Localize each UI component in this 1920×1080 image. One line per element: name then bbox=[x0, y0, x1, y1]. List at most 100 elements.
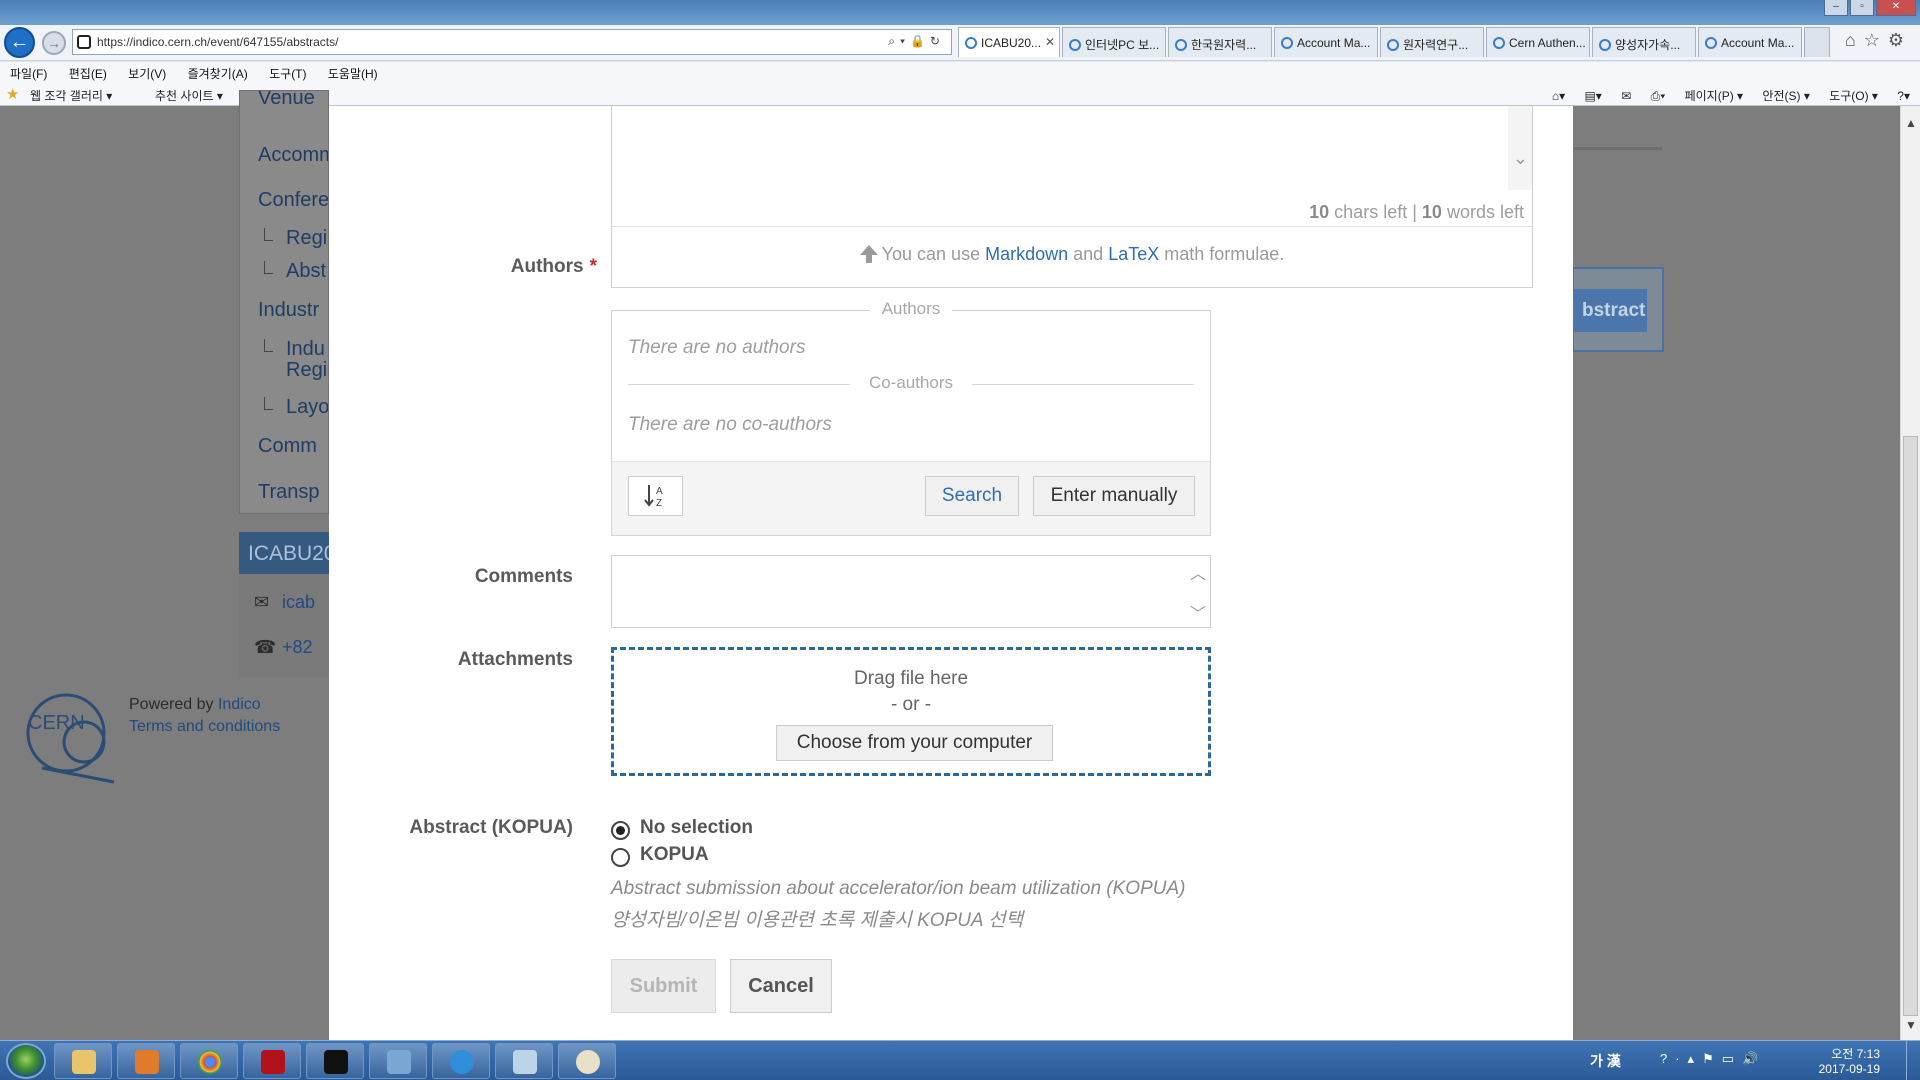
menu-help[interactable]: 도움말(H) bbox=[328, 65, 378, 82]
sidebar-subitem-industry-registration[interactable]: Indu Regi bbox=[264, 339, 327, 381]
contact-phone[interactable]: ☎ +82 bbox=[254, 637, 313, 658]
sidebar-item-conference[interactable]: Confere bbox=[258, 189, 328, 212]
contact-email-text[interactable]: icab bbox=[282, 592, 315, 612]
clock-time[interactable]: 오전 7:13 bbox=[1831, 1045, 1880, 1062]
markdown-link[interactable]: Markdown bbox=[985, 244, 1068, 264]
tab-1[interactable]: 인터넷PC 보... bbox=[1062, 27, 1166, 57]
help-icon[interactable]: ?▾ bbox=[1897, 89, 1910, 103]
chrome-icon bbox=[198, 1050, 222, 1074]
menu-view[interactable]: 보기(V) bbox=[128, 65, 166, 82]
mail-icon[interactable]: ✉ bbox=[1621, 89, 1631, 103]
contact-email[interactable]: ✉ icab bbox=[254, 592, 315, 613]
show-desktop-button[interactable] bbox=[1906, 1041, 1920, 1080]
command-page[interactable]: 페이지(P) ▾ bbox=[1685, 89, 1743, 103]
radio-label[interactable]: KOPUA bbox=[640, 844, 709, 866]
sidebar-item-venue[interactable]: Venue bbox=[258, 91, 315, 110]
scroll-thumb[interactable] bbox=[1903, 436, 1918, 1016]
enter-manually-button[interactable]: Enter manually bbox=[1033, 476, 1195, 516]
tab-0[interactable]: ICABU20... ✕ bbox=[958, 27, 1060, 57]
contact-header: ICABU20 bbox=[239, 532, 329, 574]
authors-field: Authors There are no authors Co-authors … bbox=[611, 299, 1211, 536]
tab-favicon-icon bbox=[965, 37, 977, 49]
tray-icons[interactable]: ?·▴⚑▭🔊 bbox=[1660, 1051, 1766, 1067]
tab-7[interactable]: Account Ma... bbox=[1698, 27, 1802, 57]
cancel-button[interactable]: Cancel bbox=[730, 959, 832, 1013]
sidebar-item-accommodation[interactable]: Accomm bbox=[258, 144, 328, 167]
window-controls: – ▫ ✕ bbox=[1822, 0, 1916, 16]
scroll-up-icon[interactable]: ▲ bbox=[1905, 116, 1917, 130]
forward-button[interactable]: → bbox=[42, 31, 66, 55]
abstract-form-dialog: ⌄ 10 chars left | 10 words left You can … bbox=[329, 106, 1573, 1040]
page-scrollbar[interactable]: ▲ ▼ bbox=[1900, 106, 1920, 1040]
taskbar-paint[interactable] bbox=[558, 1043, 616, 1079]
latex-link[interactable]: LaTeX bbox=[1108, 244, 1159, 264]
taskbar-explorer[interactable] bbox=[54, 1043, 112, 1079]
phone-icon: ☎ bbox=[254, 637, 277, 657]
authors-toolbar: A Z Search Enter manually bbox=[612, 461, 1210, 535]
taskbar-ie[interactable] bbox=[432, 1043, 490, 1079]
minimize-button[interactable]: – bbox=[1824, 0, 1848, 16]
chevron-down-icon[interactable]: ﹀ bbox=[1190, 600, 1206, 624]
clock-date[interactable]: 2017-09-19 bbox=[1819, 1062, 1880, 1076]
search-authors-button[interactable]: Search bbox=[925, 476, 1019, 516]
address-tools[interactable]: ⌕▾🔒↻ bbox=[888, 34, 945, 49]
favorite-suggested-sites[interactable]: 추천 사이트 ▾ bbox=[155, 87, 223, 104]
tab-4[interactable]: 원자력연구... bbox=[1380, 27, 1484, 57]
background-submit-abstract-button[interactable]: bstract bbox=[1572, 289, 1647, 332]
command-safety[interactable]: 안전(S) ▾ bbox=[1762, 89, 1809, 103]
taskbar-notepad[interactable] bbox=[495, 1043, 553, 1079]
comments-textarea[interactable]: ︿ ﹀ bbox=[611, 555, 1211, 628]
sidebar-item-industry[interactable]: Industr bbox=[258, 299, 319, 322]
menu-tools[interactable]: 도구(T) bbox=[269, 65, 306, 82]
taskbar-remote-desktop[interactable] bbox=[369, 1043, 427, 1079]
favorite-web-slice[interactable]: 웹 조각 갤러리 ▾ bbox=[30, 87, 112, 104]
indico-link[interactable]: Indico bbox=[218, 696, 261, 713]
terms-link[interactable]: Terms and conditions bbox=[129, 718, 280, 736]
taskbar-chrome[interactable] bbox=[180, 1043, 238, 1079]
sidebar-item-committee[interactable]: Comm bbox=[258, 435, 317, 458]
comments-scrollbar[interactable]: ︿ ﹀ bbox=[1186, 556, 1210, 627]
chevron-up-icon[interactable]: ︿ bbox=[1190, 560, 1206, 584]
sidebar-subitem-registration[interactable]: Regi bbox=[263, 228, 327, 249]
tab-close-icon[interactable]: ✕ bbox=[1045, 35, 1055, 49]
address-bar[interactable]: https://indico.cern.ch/event/647155/abst… bbox=[72, 29, 952, 55]
chevron-down-icon[interactable]: ⌄ bbox=[1513, 148, 1528, 169]
taskbar-cmd[interactable] bbox=[306, 1043, 364, 1079]
tab-3[interactable]: Account Ma... bbox=[1274, 27, 1378, 57]
taskbar-media-player[interactable] bbox=[117, 1043, 175, 1079]
close-window-button[interactable]: ✕ bbox=[1876, 0, 1916, 16]
menu-file[interactable]: 파일(F) bbox=[10, 65, 47, 82]
menu-favorites[interactable]: 즐겨찾기(A) bbox=[188, 65, 248, 82]
address-url[interactable]: https://indico.cern.ch/event/647155/abst… bbox=[97, 35, 338, 49]
taskbar-acrobat[interactable] bbox=[243, 1043, 301, 1079]
required-mark: * bbox=[589, 256, 597, 277]
menu-edit[interactable]: 편집(E) bbox=[69, 65, 107, 82]
radio-checked-icon[interactable] bbox=[611, 821, 630, 840]
sidebar-subitem-abstracts[interactable]: Abst bbox=[263, 261, 326, 282]
start-button[interactable] bbox=[6, 1043, 46, 1079]
radio-unchecked-icon[interactable] bbox=[611, 848, 630, 867]
tab-2[interactable]: 한국원자력... bbox=[1168, 27, 1272, 57]
tab-5[interactable]: Cern Authen... bbox=[1486, 27, 1590, 57]
ime-indicator[interactable]: 가 漢 bbox=[1590, 1051, 1621, 1071]
sort-alpha-button[interactable]: A Z bbox=[628, 476, 683, 516]
maximize-button[interactable]: ▫ bbox=[1850, 0, 1874, 16]
tab-favicon-icon bbox=[1175, 39, 1187, 51]
home-icon[interactable]: ⌂▾ bbox=[1552, 89, 1565, 103]
radio-label[interactable]: No selection bbox=[640, 817, 753, 839]
new-tab-button[interactable] bbox=[1804, 27, 1830, 57]
print-icon[interactable]: ⎙▾ bbox=[1651, 89, 1666, 103]
choose-file-button[interactable]: Choose from your computer bbox=[776, 725, 1053, 761]
attachments-dropzone[interactable]: Drag file here - or - Choose from your c… bbox=[611, 647, 1211, 776]
sidebar-subitem-layout[interactable]: Layo bbox=[263, 397, 328, 418]
tab-6[interactable]: 양성자가속... bbox=[1592, 27, 1696, 57]
back-button[interactable]: ← bbox=[4, 27, 35, 58]
command-tools[interactable]: 도구(O) ▾ bbox=[1829, 89, 1878, 103]
feed-icon[interactable]: ▤▾ bbox=[1584, 89, 1601, 103]
favorites-star-icon[interactable]: ★ bbox=[6, 85, 19, 103]
sidebar-item-transportation[interactable]: Transp bbox=[258, 481, 320, 504]
contact-phone-text[interactable]: +82 bbox=[282, 637, 313, 657]
scroll-down-icon[interactable]: ▼ bbox=[1905, 1018, 1917, 1032]
submit-button[interactable]: Submit bbox=[611, 959, 716, 1013]
browser-right-icons[interactable]: ⌂☆⚙ bbox=[1845, 30, 1912, 51]
